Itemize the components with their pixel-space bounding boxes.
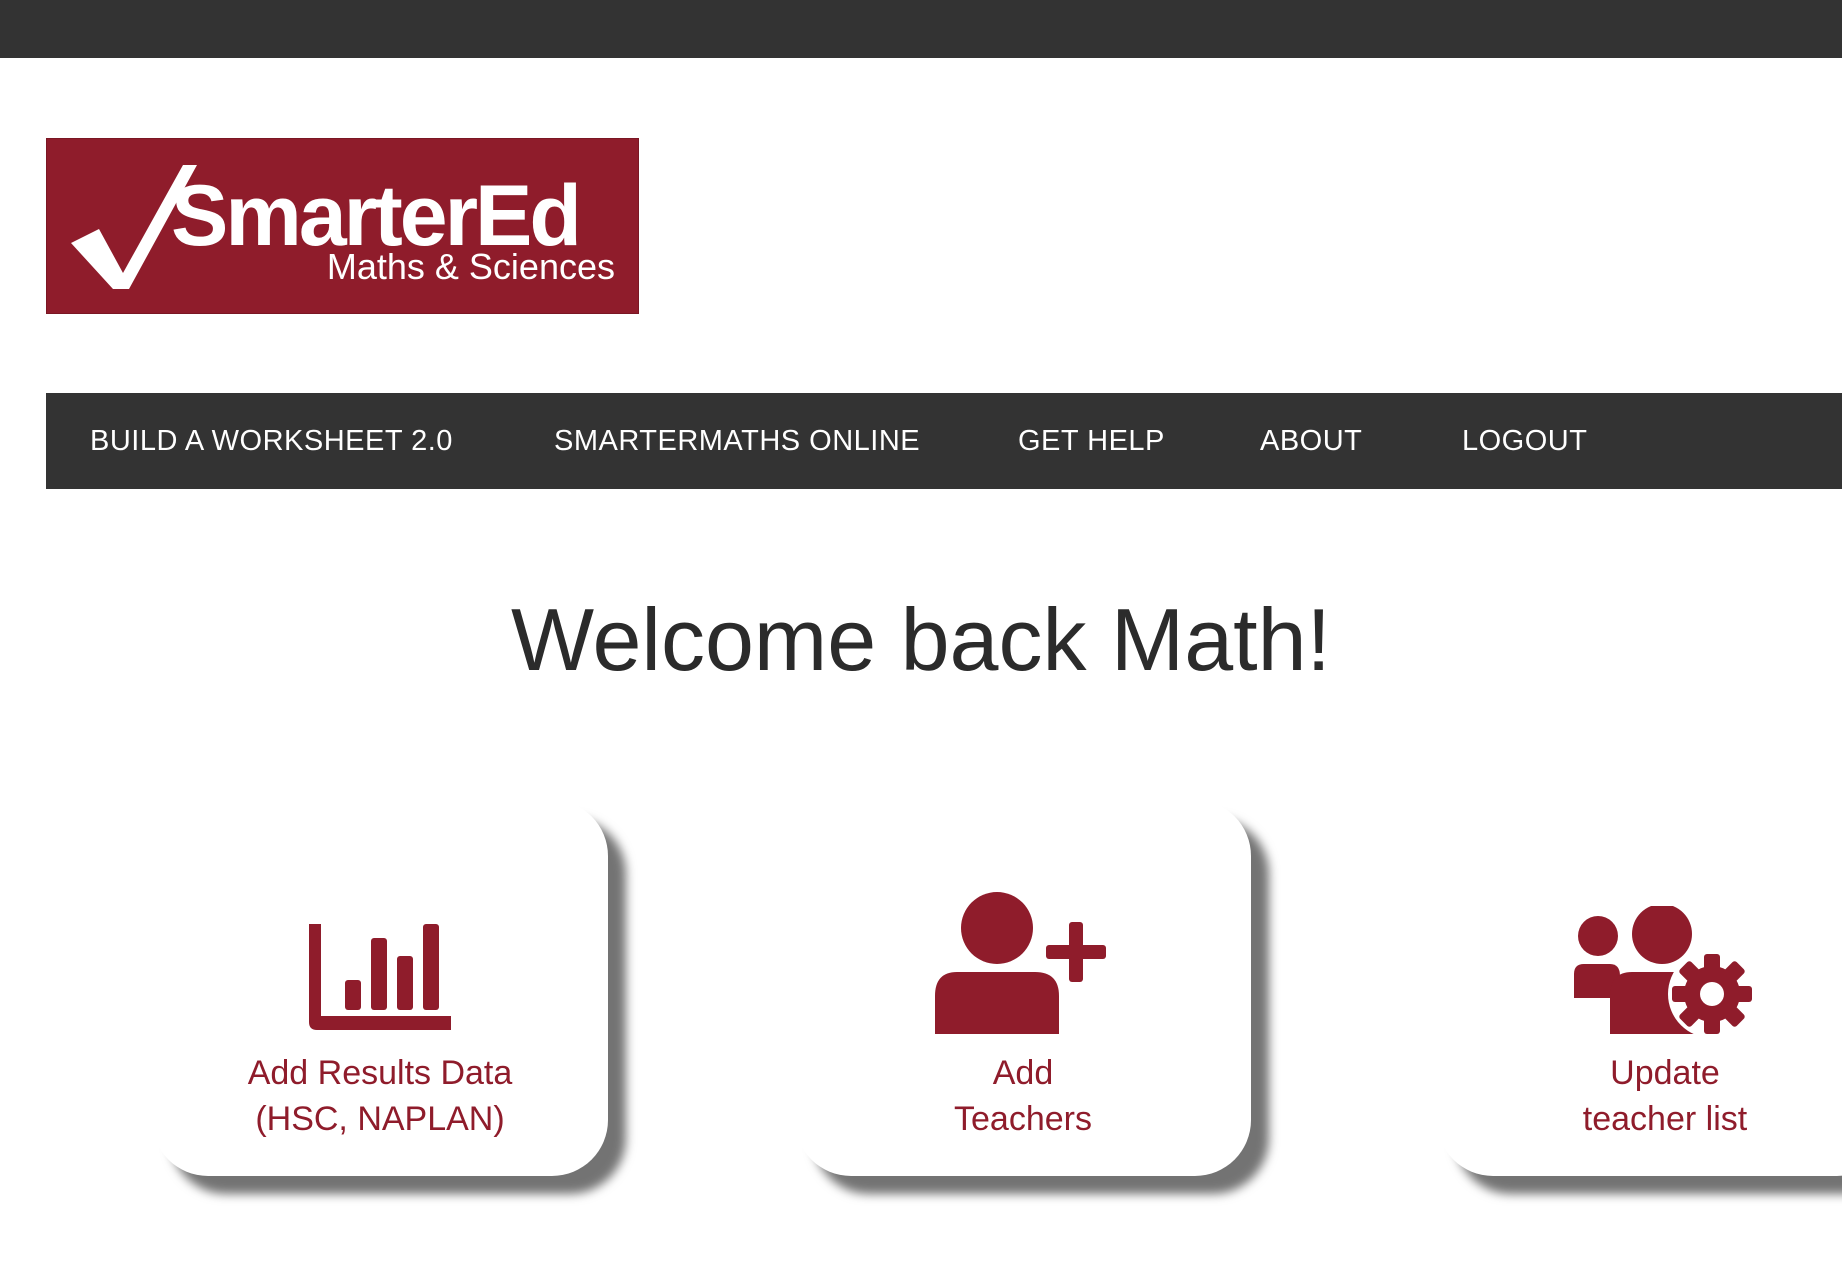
- bar-chart-icon: [152, 874, 608, 1034]
- nav-build-worksheet[interactable]: BUILD A WORKSHEET 2.0: [90, 393, 453, 489]
- card-label: Add Results Data (HSC, NAPLAN): [152, 1050, 608, 1142]
- user-plus-icon: [795, 874, 1251, 1034]
- card-label-line1: Add Results Data: [247, 1054, 513, 1092]
- add-teachers-card[interactable]: Add Teachers: [795, 800, 1251, 1176]
- card-label-line1: Add: [992, 1054, 1054, 1092]
- card-label-line2: Teachers: [954, 1100, 1092, 1138]
- smartered-logo[interactable]: SmarterEd Maths & Sciences: [46, 138, 639, 314]
- logo-graphic: SmarterEd Maths & Sciences: [71, 165, 615, 289]
- nav-smartermaths-online[interactable]: SMARTERMATHS ONLINE: [554, 393, 920, 489]
- card-label-line2: (HSC, NAPLAN): [255, 1100, 505, 1138]
- nav-about[interactable]: ABOUT: [1260, 393, 1362, 489]
- main-navigation: BUILD A WORKSHEET 2.0 SMARTERMATHS ONLIN…: [46, 393, 1842, 489]
- card-label-line2: teacher list: [1582, 1100, 1748, 1138]
- logo-tagline-text: Maths & Sciences: [327, 246, 615, 287]
- card-label-line1: Update: [1610, 1054, 1720, 1092]
- card-label: Update teacher list: [1437, 1050, 1842, 1142]
- welcome-heading: Welcome back Math!: [510, 590, 1331, 689]
- nav-get-help[interactable]: GET HELP: [1018, 393, 1165, 489]
- top-bar: [0, 0, 1842, 58]
- update-teacher-list-card[interactable]: Update teacher list: [1437, 800, 1842, 1176]
- card-label: Add Teachers: [795, 1050, 1251, 1142]
- nav-logout[interactable]: LOGOUT: [1462, 393, 1587, 489]
- users-gear-icon: [1437, 874, 1842, 1034]
- add-results-data-card[interactable]: Add Results Data (HSC, NAPLAN): [152, 800, 608, 1176]
